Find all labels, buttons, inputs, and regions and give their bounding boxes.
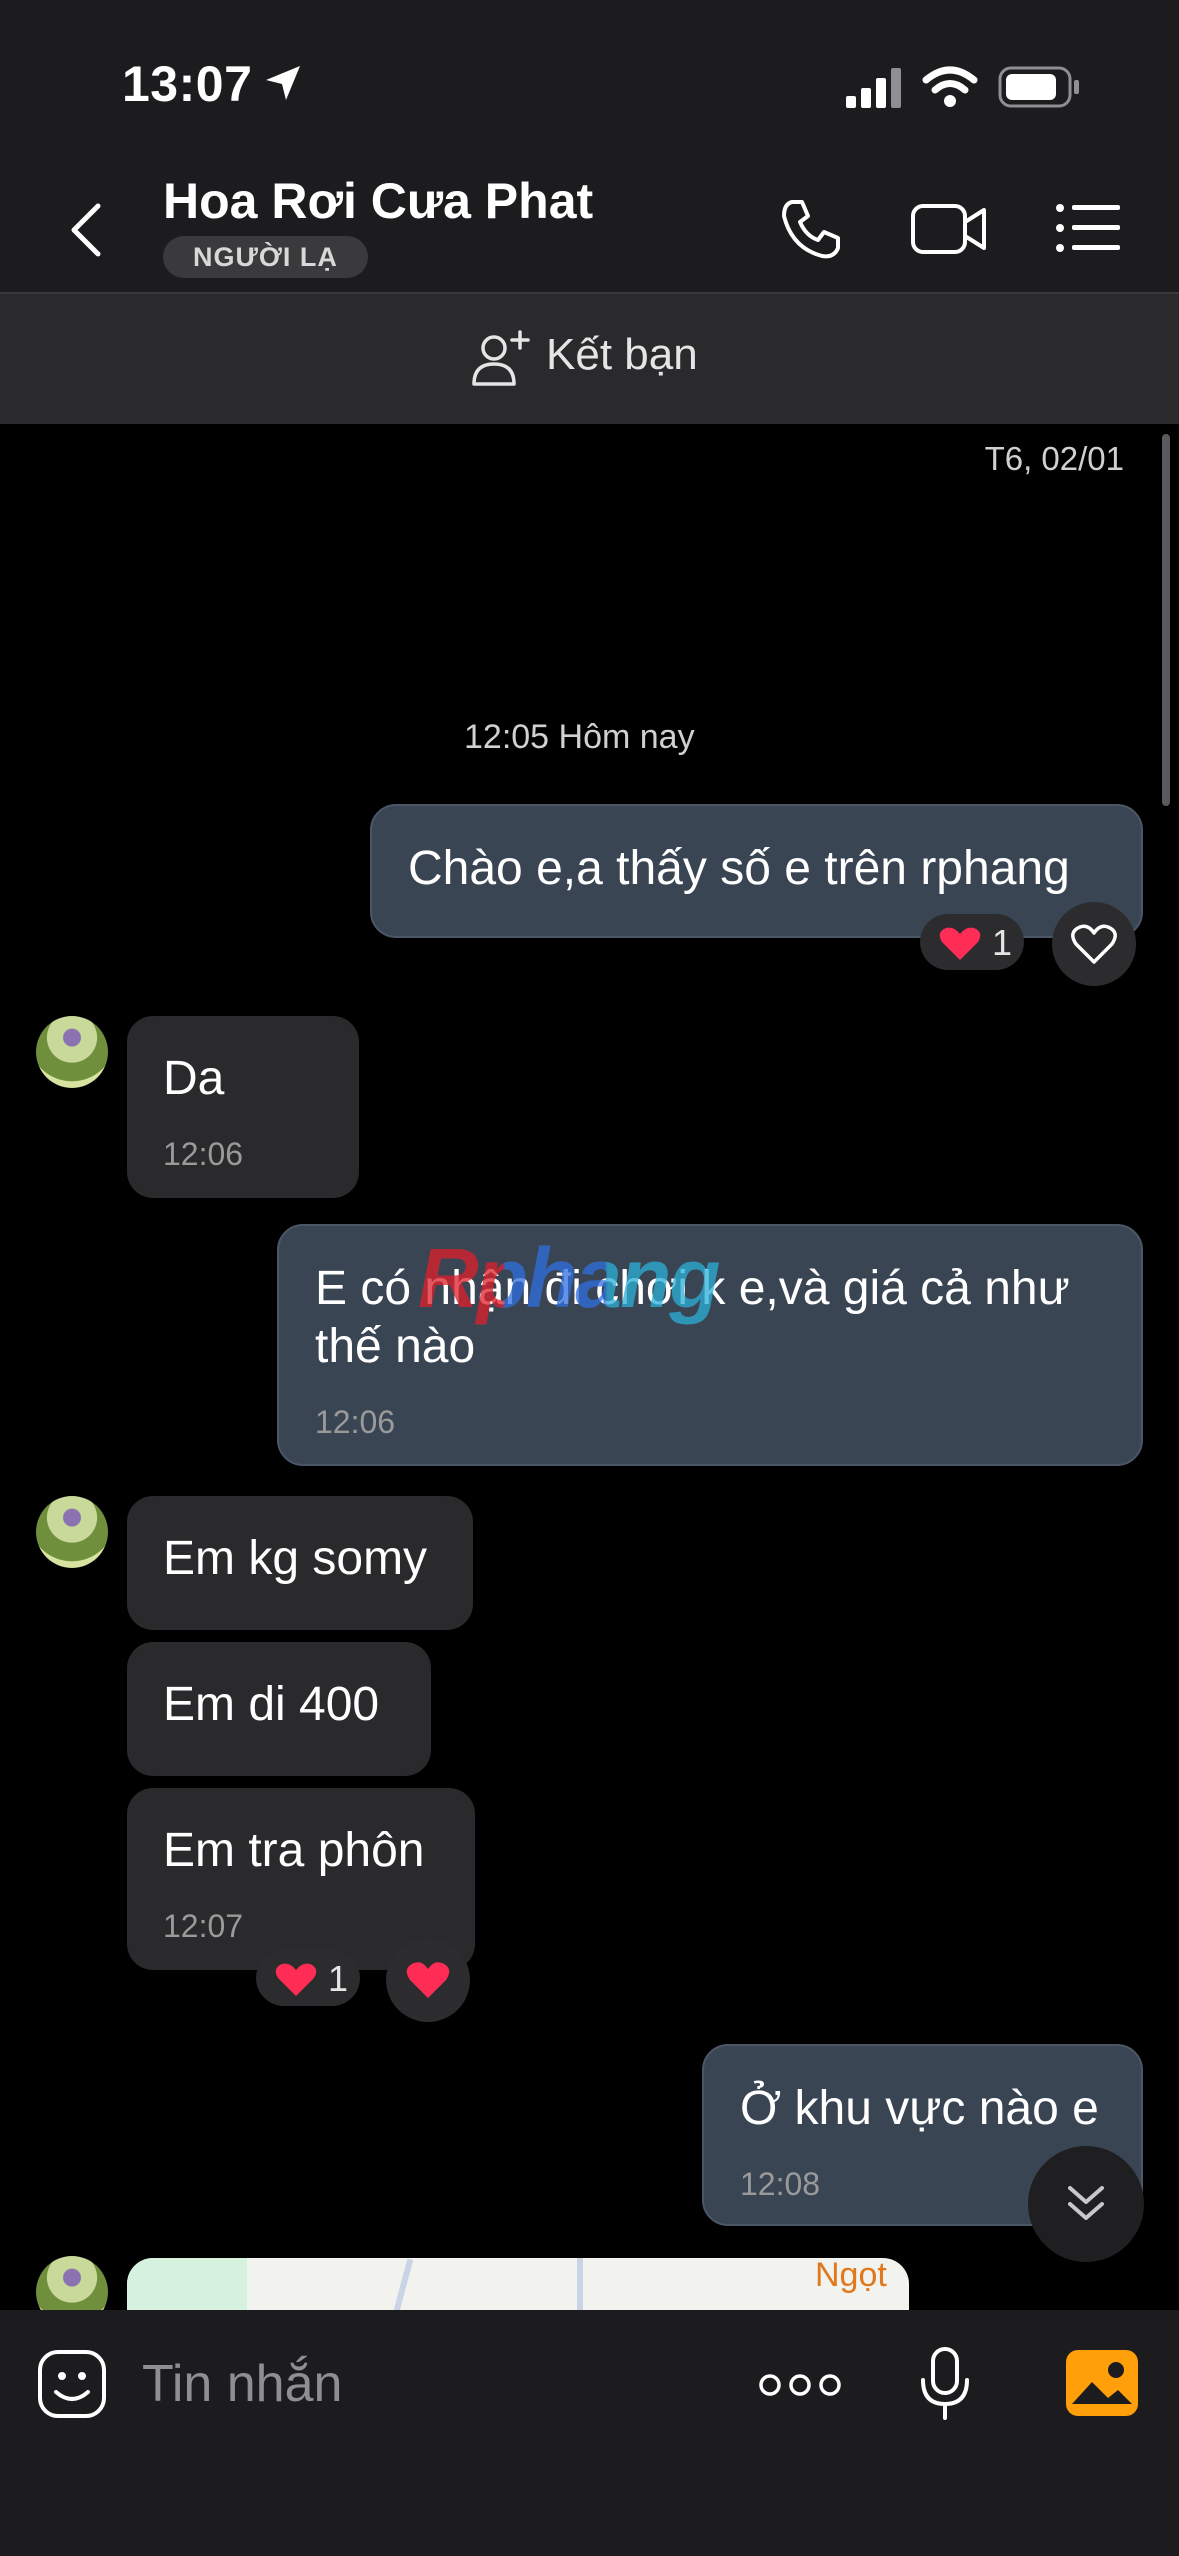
chat-header: Hoa Rơi Cưa Phat NGƯỜI LẠ (0, 160, 1179, 294)
stranger-badge: NGƯỜI LẠ (163, 236, 368, 278)
add-friend-icon (472, 330, 530, 386)
status-bar: 13:07 (0, 0, 1179, 160)
location-arrow-icon (266, 66, 300, 100)
status-time: 13:07 (122, 56, 253, 112)
wifi-icon (922, 66, 978, 107)
contact-avatar[interactable] (36, 1496, 108, 1568)
phone-call-icon[interactable] (778, 196, 844, 262)
map-preview[interactable]: Ngọt (127, 2258, 909, 2310)
heart-filled-icon (406, 1962, 450, 1998)
react-button[interactable] (1052, 902, 1136, 986)
chat-scrollbar[interactable] (1162, 434, 1170, 806)
back-icon[interactable] (64, 200, 108, 260)
message-input[interactable] (140, 2348, 704, 2420)
contact-avatar[interactable] (36, 2256, 108, 2310)
microphone-icon[interactable] (918, 2346, 972, 2422)
message-time: 12:08 (740, 2166, 821, 2202)
message-time: 12:06 (163, 1136, 244, 1172)
message-bubble-incoming[interactable]: Em di 400 (127, 1642, 431, 1776)
video-call-icon[interactable] (910, 198, 988, 258)
more-options-icon[interactable] (758, 2372, 842, 2398)
message-input-bar (0, 2310, 1179, 2556)
watermark-logo: Rphang (418, 1231, 721, 1325)
add-friend-label[interactable]: Kết bạn (546, 330, 698, 380)
map-road (577, 2258, 583, 2310)
message-text: Em di 400 (163, 1678, 380, 1731)
map-place-label: Ngọt (815, 2258, 887, 2294)
message-text: Chào e,a thấy số e trên rphang (408, 842, 1070, 895)
map-park-area (127, 2258, 247, 2310)
reaction-count: 1 (328, 1958, 349, 1999)
contact-avatar[interactable] (36, 1016, 108, 1088)
message-bubble-outgoing[interactable]: Chào e,a thấy số e trên rphang (370, 804, 1143, 938)
contact-name[interactable]: Hoa Rơi Cưa Phat (163, 172, 593, 230)
message-bubble-incoming[interactable]: Em kg somy (127, 1496, 473, 1630)
double-chevron-down-icon (1068, 2186, 1104, 2220)
gallery-image-icon[interactable] (1064, 2348, 1140, 2418)
reaction-summary[interactable]: 1 (920, 914, 1024, 970)
reaction-summary[interactable]: 1 (256, 1950, 360, 2006)
react-button[interactable] (386, 1938, 470, 2022)
chat-area[interactable]: T6, 02/01 12:05 Hôm nay Chào e,a thấy số… (0, 424, 1179, 2310)
heart-reaction-icon (939, 927, 981, 960)
sticker-emoji-icon[interactable] (36, 2348, 108, 2420)
message-text: Em tra phôn (163, 1824, 425, 1877)
message-time: 12:07 (163, 1908, 244, 1944)
message-time: 12:06 (315, 1404, 396, 1440)
message-text: Em kg somy (163, 1532, 428, 1585)
message-text: Da (163, 1052, 225, 1105)
menu-list-icon[interactable] (1056, 202, 1122, 254)
map-road (386, 2258, 414, 2310)
battery-icon (998, 66, 1079, 108)
message-bubble-incoming[interactable]: Da 12:06 (127, 1016, 359, 1198)
heart-outline-icon (1071, 924, 1117, 964)
time-divider: 12:05 Hôm nay (464, 718, 695, 756)
heart-reaction-icon (275, 1963, 317, 1996)
cellular-signal-icon (846, 68, 901, 108)
reaction-count: 1 (992, 922, 1013, 963)
message-text: Ở khu vực nào e (740, 2082, 1099, 2135)
scroll-to-bottom-button[interactable] (1028, 2146, 1144, 2262)
date-label: T6, 02/01 (984, 440, 1124, 477)
add-friend-bar[interactable]: Kết bạn (0, 294, 1179, 424)
